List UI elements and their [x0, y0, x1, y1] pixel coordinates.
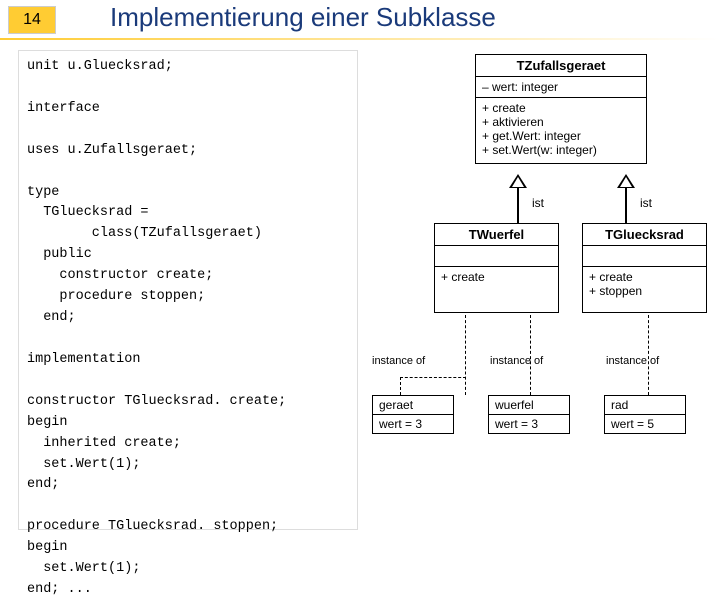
uml-attr-empty — [435, 246, 558, 267]
uml-class-name: TGluecksrad — [583, 224, 706, 246]
uml-method: + aktivieren — [482, 115, 640, 129]
uml-instance-rad: rad wert = 5 — [604, 395, 686, 434]
uml-method: + stoppen — [589, 284, 700, 298]
uml-attr: – wert: integer — [476, 77, 646, 98]
code-line: unit u.Gluecksrad; — [27, 57, 349, 78]
code-line: end; ... — [27, 580, 349, 601]
code-line: TGluecksrad = — [27, 203, 349, 224]
uml-method: + get.Wert: integer — [482, 129, 640, 143]
code-line: procedure TGluecksrad. stoppen; — [27, 517, 349, 538]
code-line: public — [27, 245, 349, 266]
page-title: Implementierung einer Subklasse — [110, 2, 496, 33]
code-line: end; — [27, 308, 349, 329]
connector — [517, 188, 519, 223]
code-line: end; — [27, 475, 349, 496]
code-line: uses u.Zufallsgeraet; — [27, 141, 349, 162]
instance-value: wert = 3 — [489, 415, 569, 433]
code-line: procedure stoppen; — [27, 287, 349, 308]
inherit-arrow-icon — [509, 174, 527, 188]
instance-name: rad — [605, 396, 685, 415]
code-line: interface — [27, 99, 349, 120]
uml-attr-empty — [583, 246, 706, 267]
instance-connector — [400, 377, 401, 395]
uml-diagram: TZufallsgeraet – wert: integer + create … — [370, 50, 710, 530]
uml-instance-geraet: geraet wert = 3 — [372, 395, 454, 434]
code-line: inherited create; — [27, 434, 349, 455]
uml-class-tzufallsgeraet: TZufallsgeraet – wert: integer + create … — [475, 54, 647, 164]
uml-method: + create — [482, 101, 640, 115]
ist-label: ist — [532, 196, 544, 210]
slide-number: 14 — [8, 6, 56, 34]
instanceof-label: instance of — [490, 355, 543, 367]
instance-connector — [465, 315, 466, 395]
uml-class-name: TWuerfel — [435, 224, 558, 246]
inherit-arrow-icon — [617, 174, 635, 188]
instanceof-label: instance of — [606, 355, 659, 367]
instance-value: wert = 3 — [373, 415, 453, 433]
code-line: begin — [27, 538, 349, 559]
uml-class-name: TZufallsgeraet — [476, 55, 646, 77]
instance-connector — [400, 377, 466, 378]
code-line: type — [27, 183, 349, 204]
instance-name: geraet — [373, 396, 453, 415]
instance-name: wuerfel — [489, 396, 569, 415]
instance-value: wert = 5 — [605, 415, 685, 433]
uml-method: + create — [589, 270, 700, 284]
code-line: set.Wert(1); — [27, 559, 349, 580]
code-line: implementation — [27, 350, 349, 371]
uml-instance-wuerfel: wuerfel wert = 3 — [488, 395, 570, 434]
code-line: begin — [27, 413, 349, 434]
uml-class-twuerfel: TWuerfel + create — [434, 223, 559, 313]
connector — [625, 188, 627, 223]
ist-label: ist — [640, 196, 652, 210]
code-line: set.Wert(1); — [27, 455, 349, 476]
code-listing: unit u.Gluecksrad; interface uses u.Zufa… — [18, 50, 358, 530]
code-line: constructor TGluecksrad. create; — [27, 392, 349, 413]
uml-method: + set.Wert(w: integer) — [482, 143, 640, 157]
instanceof-label: instance of — [372, 355, 425, 367]
code-line: class(TZufallsgeraet) — [27, 224, 349, 245]
divider — [0, 38, 720, 40]
uml-class-tgluecksrad: TGluecksrad + create + stoppen — [582, 223, 707, 313]
uml-method: + create — [441, 270, 552, 284]
code-line: constructor create; — [27, 266, 349, 287]
